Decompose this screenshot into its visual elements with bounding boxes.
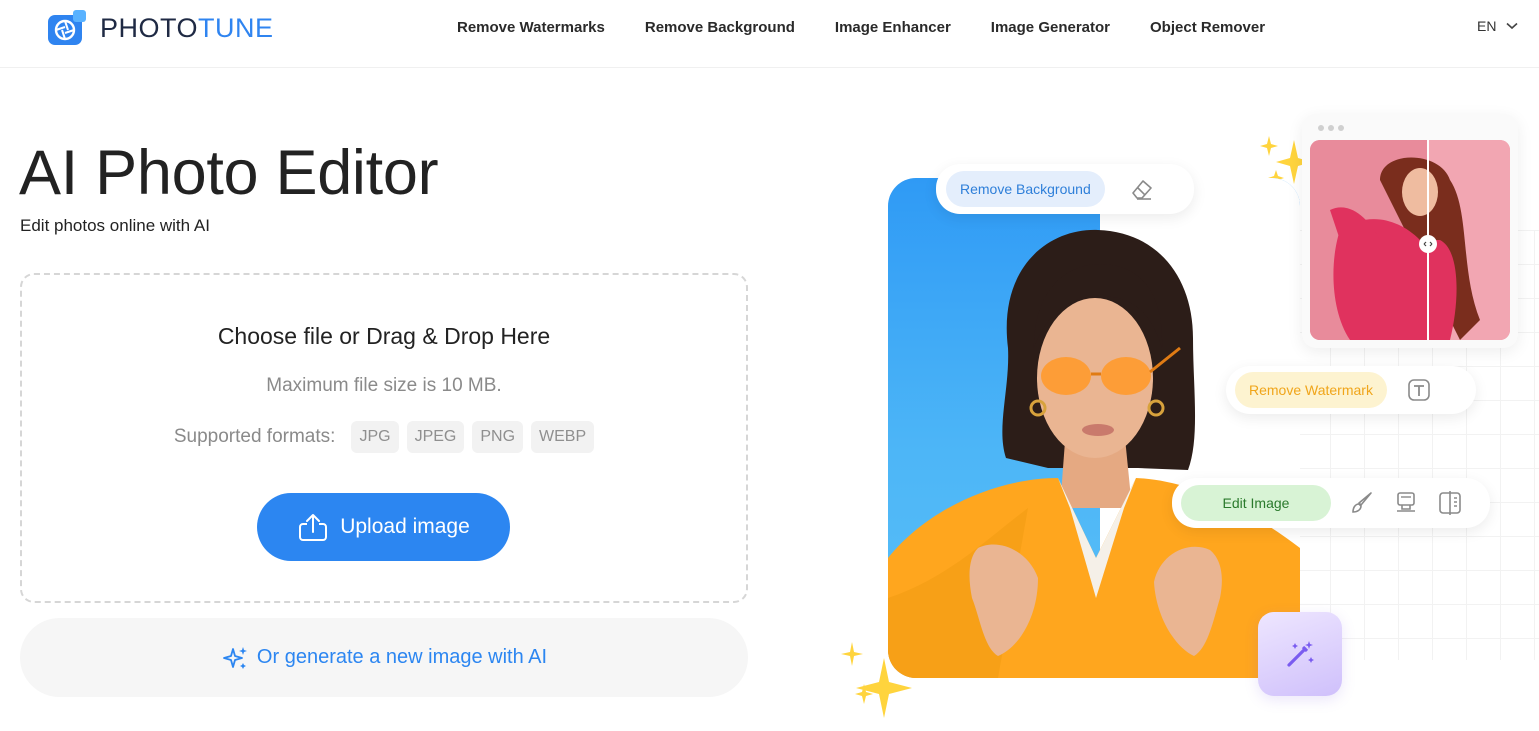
hero-illustration: Remove Background Remove Watermark Edit … <box>830 100 1539 731</box>
window-dots <box>1318 125 1348 131</box>
eraser-icon <box>1129 177 1155 201</box>
language-label: EN <box>1477 18 1497 34</box>
brush-icon <box>1349 490 1375 516</box>
before-after-card <box>1302 114 1518 348</box>
before-after-image <box>1310 140 1510 340</box>
upload-image-button[interactable]: Upload image <box>257 493 510 561</box>
sample-portrait-image <box>888 178 1300 678</box>
cloud-upload-icon <box>299 514 328 541</box>
magic-wand-icon <box>1287 641 1314 667</box>
format-chip-jpg: JPG <box>351 421 399 453</box>
comparison-photo <box>1310 140 1510 340</box>
edit-image-card: Edit Image <box>1172 478 1490 528</box>
max-file-size: Maximum file size is 10 MB. <box>266 375 502 396</box>
remove-watermark-pill: Remove Watermark <box>1235 372 1387 408</box>
sample-photo-card <box>888 178 1300 678</box>
dropzone-title: Choose file or Drag & Drop Here <box>217 323 551 349</box>
nav-remove-background[interactable]: Remove Background <box>625 18 815 38</box>
site-header: PHOTOTUNE Remove Watermarks Remove Backg… <box>0 0 1539 68</box>
camera-aperture-icon <box>48 10 86 45</box>
generate-label: Or generate a new image with AI <box>256 646 548 668</box>
chevron-down-icon <box>1506 22 1518 30</box>
sparkles-icon <box>223 646 247 669</box>
remove-watermark-card: Remove Watermark <box>1226 366 1476 414</box>
remove-background-card: Remove Background <box>936 164 1194 214</box>
remove-background-pill: Remove Background <box>946 171 1105 207</box>
format-chip-png: PNG <box>472 421 524 453</box>
nav-remove-watermarks[interactable]: Remove Watermarks <box>437 18 625 38</box>
nav-object-remover[interactable]: Object Remover <box>1130 18 1285 38</box>
generate-ai-image-button[interactable]: Or generate a new image with AI <box>20 618 748 697</box>
language-selector[interactable]: EN <box>1477 18 1518 34</box>
text-box-icon <box>1407 378 1431 402</box>
main-nav: Remove Watermarks Remove Background Imag… <box>437 18 1285 38</box>
format-chip-jpeg: JPEG <box>406 421 465 453</box>
file-dropzone[interactable]: Choose file or Drag & Drop Here Maximum … <box>20 273 748 603</box>
compare-icon <box>1437 490 1463 516</box>
logo-text: PHOTOTUNE <box>100 12 274 43</box>
stamp-icon <box>1393 490 1419 516</box>
logo[interactable]: PHOTOTUNE <box>47 9 274 47</box>
page-subtitle: Edit photos online with AI <box>20 216 210 235</box>
page-title: AI Photo Editor <box>19 138 439 208</box>
formats-label: Supported formats: <box>173 426 336 447</box>
format-chip-webp: WEBP <box>531 421 595 453</box>
nav-image-generator[interactable]: Image Generator <box>971 18 1130 38</box>
magic-wand-button <box>1258 612 1342 696</box>
edit-image-pill: Edit Image <box>1181 485 1331 521</box>
nav-image-enhancer[interactable]: Image Enhancer <box>815 18 971 38</box>
upload-button-label: Upload image <box>340 515 470 538</box>
supported-formats: Supported formats: JPG JPEG PNG WEBP <box>22 421 746 453</box>
